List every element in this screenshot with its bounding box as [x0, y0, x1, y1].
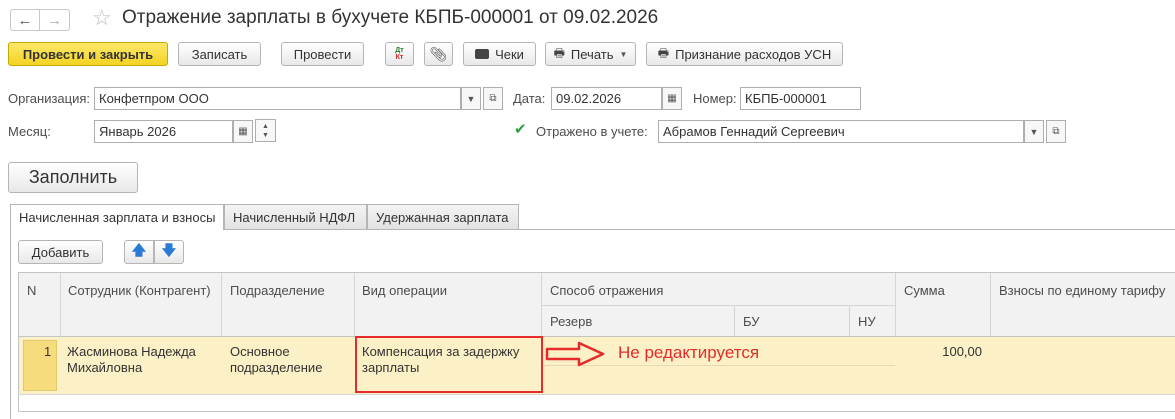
open-form-icon: ⧉	[489, 93, 497, 104]
reflected-checkbox[interactable]: ✔	[514, 122, 528, 137]
responsible-open-button[interactable]: ⧉	[1046, 120, 1066, 143]
col-header-bu[interactable]: БУ	[743, 314, 760, 329]
row-bottom	[18, 394, 1175, 395]
month-stepper[interactable]: ▲ ▼	[255, 119, 276, 142]
col-header-sum[interactable]: Сумма	[904, 283, 945, 298]
org-open-button[interactable]: ⧉	[483, 87, 503, 110]
date-value: 09.02.2026	[556, 91, 622, 106]
save-button[interactable]: Записать	[178, 42, 261, 66]
tab-accrued-salary[interactable]: Начисленная зарплата и взносы	[10, 204, 224, 230]
month-field[interactable]: Январь 2026	[94, 120, 233, 143]
row-number-cell	[23, 340, 57, 391]
chevron-down-icon: ▼	[1029, 126, 1039, 137]
move-up-button[interactable]: 🡅︎	[124, 240, 154, 264]
col-header-contributions[interactable]: Взносы по единому тарифу	[999, 283, 1165, 298]
post-and-close-label: Провести и закрыть	[22, 46, 154, 62]
page-title: Отражение зарплаты в бухучете КБПБ-00000…	[122, 7, 659, 28]
usn-expense-button[interactable]: 🖶︎ Признание расходов УСН	[646, 42, 843, 66]
col-header-department[interactable]: Подразделение	[230, 283, 325, 298]
responsible-dropdown-button[interactable]: ▼	[1024, 120, 1044, 143]
fill-button[interactable]: Заполнить	[8, 162, 138, 193]
date-calendar-button[interactable]: ▦	[662, 87, 682, 110]
annotation-text: Не редактируется	[618, 343, 760, 362]
month-calendar-button[interactable]: ▦	[233, 120, 253, 143]
calendar-icon: ▦	[667, 93, 677, 104]
col-header-employee[interactable]: Сотрудник (Контрагент)	[68, 283, 211, 298]
favorite-star-icon[interactable]: ☆	[92, 5, 112, 31]
printer-icon: 🖶︎	[553, 45, 565, 60]
nav-back-button[interactable]: ←	[10, 9, 40, 31]
add-row-label: Добавить	[31, 244, 90, 260]
open-form-icon: ⧉	[1052, 126, 1060, 137]
calendar-icon: ▦	[238, 126, 248, 137]
add-row-button[interactable]: Добавить	[18, 240, 103, 264]
month-label: Месяц:	[8, 124, 51, 139]
stepper-down-icon[interactable]: ▼	[262, 131, 269, 140]
row-department[interactable]: Основное подразделение	[230, 344, 348, 376]
nav-forward-button[interactable]: →	[40, 9, 70, 31]
tab-accrued-ndfl-label: Начисленный НДФЛ	[233, 209, 356, 225]
date-label: Дата:	[513, 91, 546, 106]
col-header-n[interactable]: N	[27, 283, 36, 298]
row-number: 1	[44, 344, 52, 359]
col-header-operation[interactable]: Вид операции	[362, 283, 447, 298]
chevron-down-icon: ▼	[466, 93, 476, 104]
stepper-up-icon[interactable]: ▲	[262, 122, 269, 131]
col-header-nu[interactable]: НУ	[858, 314, 876, 329]
arrow-down-icon: 🡇︎	[161, 242, 177, 258]
print-label: Печать	[570, 46, 614, 62]
col-header-method[interactable]: Способ отражения	[550, 283, 663, 298]
reflected-label: Отражено в учете:	[536, 124, 648, 139]
print-button[interactable]: 🖶︎ Печать ▼	[545, 42, 636, 66]
col-header-reserve[interactable]: Резерв	[550, 314, 592, 329]
annotation-arrow-icon	[545, 341, 605, 367]
usn-expense-label: Признание расходов УСН	[675, 46, 832, 62]
paperclip-icon: 📎︎	[429, 45, 448, 62]
dropdown-arrow-icon: ▼	[619, 49, 628, 59]
tab-withheld-salary-label: Удержанная зарплата	[376, 209, 509, 225]
dt-kt-button[interactable]: Дт Кт	[385, 42, 414, 66]
arrow-right-icon: →	[47, 11, 62, 29]
cheki-label: Чеки	[495, 46, 524, 62]
header-divider	[541, 305, 895, 306]
tab-withheld-salary[interactable]: Удержанная зарплата	[367, 204, 519, 229]
save-label: Записать	[191, 46, 248, 62]
move-down-button[interactable]: 🡇︎	[154, 240, 184, 264]
row-employee[interactable]: Жасминова Надежда Михайловна	[67, 344, 217, 376]
arrow-left-icon: ←	[17, 11, 33, 29]
highlight-box	[355, 336, 543, 393]
tab-accrued-ndfl[interactable]: Начисленный НДФЛ	[224, 204, 367, 229]
cash-register-icon	[475, 49, 490, 59]
dt-kt-icon: Дт Кт	[395, 47, 404, 61]
tab-accrued-salary-label: Начисленная зарплата и взносы	[19, 210, 216, 225]
org-dropdown-button[interactable]: ▼	[461, 87, 481, 110]
month-value: Январь 2026	[99, 124, 177, 139]
cheki-button[interactable]: Чеки	[463, 42, 536, 66]
fill-label: Заполнить	[28, 167, 118, 187]
number-value: КБПБ-000001	[745, 91, 827, 106]
org-field[interactable]: Конфетпром ООО	[94, 87, 461, 110]
responsible-value: Абрамов Геннадий Сергеевич	[663, 124, 845, 139]
number-label: Номер:	[693, 91, 737, 106]
post-button[interactable]: Провести	[281, 42, 364, 66]
number-field[interactable]: КБПБ-000001	[740, 87, 861, 110]
org-value: Конфетпром ООО	[99, 91, 209, 106]
row-sum[interactable]: 100,00	[900, 344, 982, 360]
responsible-field[interactable]: Абрамов Геннадий Сергеевич	[658, 120, 1024, 143]
date-field[interactable]: 09.02.2026	[551, 87, 662, 110]
post-and-close-button[interactable]: Провести и закрыть	[8, 42, 168, 66]
attach-button[interactable]: 📎︎	[424, 42, 453, 66]
arrow-up-icon: 🡅︎	[131, 242, 147, 258]
org-label: Организация:	[8, 91, 91, 106]
printer-icon: 🖶︎	[657, 45, 670, 60]
post-label: Провести	[293, 46, 352, 62]
